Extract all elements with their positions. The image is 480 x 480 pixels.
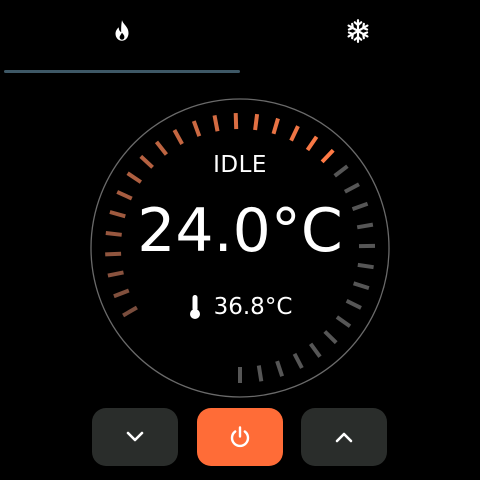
power-icon — [230, 426, 250, 448]
dial-tick — [289, 125, 300, 142]
dial-tick — [253, 113, 260, 131]
dial-tick — [323, 330, 338, 345]
decrease-temperature-button[interactable] — [92, 408, 178, 466]
dial-tick — [107, 270, 124, 278]
setpoint-temperature: 24.0°C — [137, 196, 343, 266]
dial-tick — [233, 113, 239, 130]
dial-tick — [343, 182, 360, 194]
current-temperature-value: 36.8°C — [213, 294, 293, 320]
dial-tick — [292, 352, 304, 369]
dial-tick — [305, 135, 319, 152]
dial-tick — [172, 129, 184, 145]
chevron-up-icon — [335, 432, 353, 443]
thermometer-icon — [189, 295, 200, 319]
dial-tick — [256, 365, 264, 382]
current-temperature: 36.8°C — [0, 294, 480, 320]
dial-tick — [275, 360, 284, 377]
thermostat-state: IDLE — [213, 152, 267, 178]
power-button[interactable] — [197, 408, 283, 466]
dial-tick — [212, 115, 220, 132]
dial-tick — [353, 281, 370, 291]
dial-tick — [271, 117, 280, 135]
chevron-down-icon — [126, 431, 144, 442]
dial-tick — [308, 342, 322, 358]
dial-tick — [191, 120, 202, 137]
increase-temperature-button[interactable] — [301, 408, 387, 466]
